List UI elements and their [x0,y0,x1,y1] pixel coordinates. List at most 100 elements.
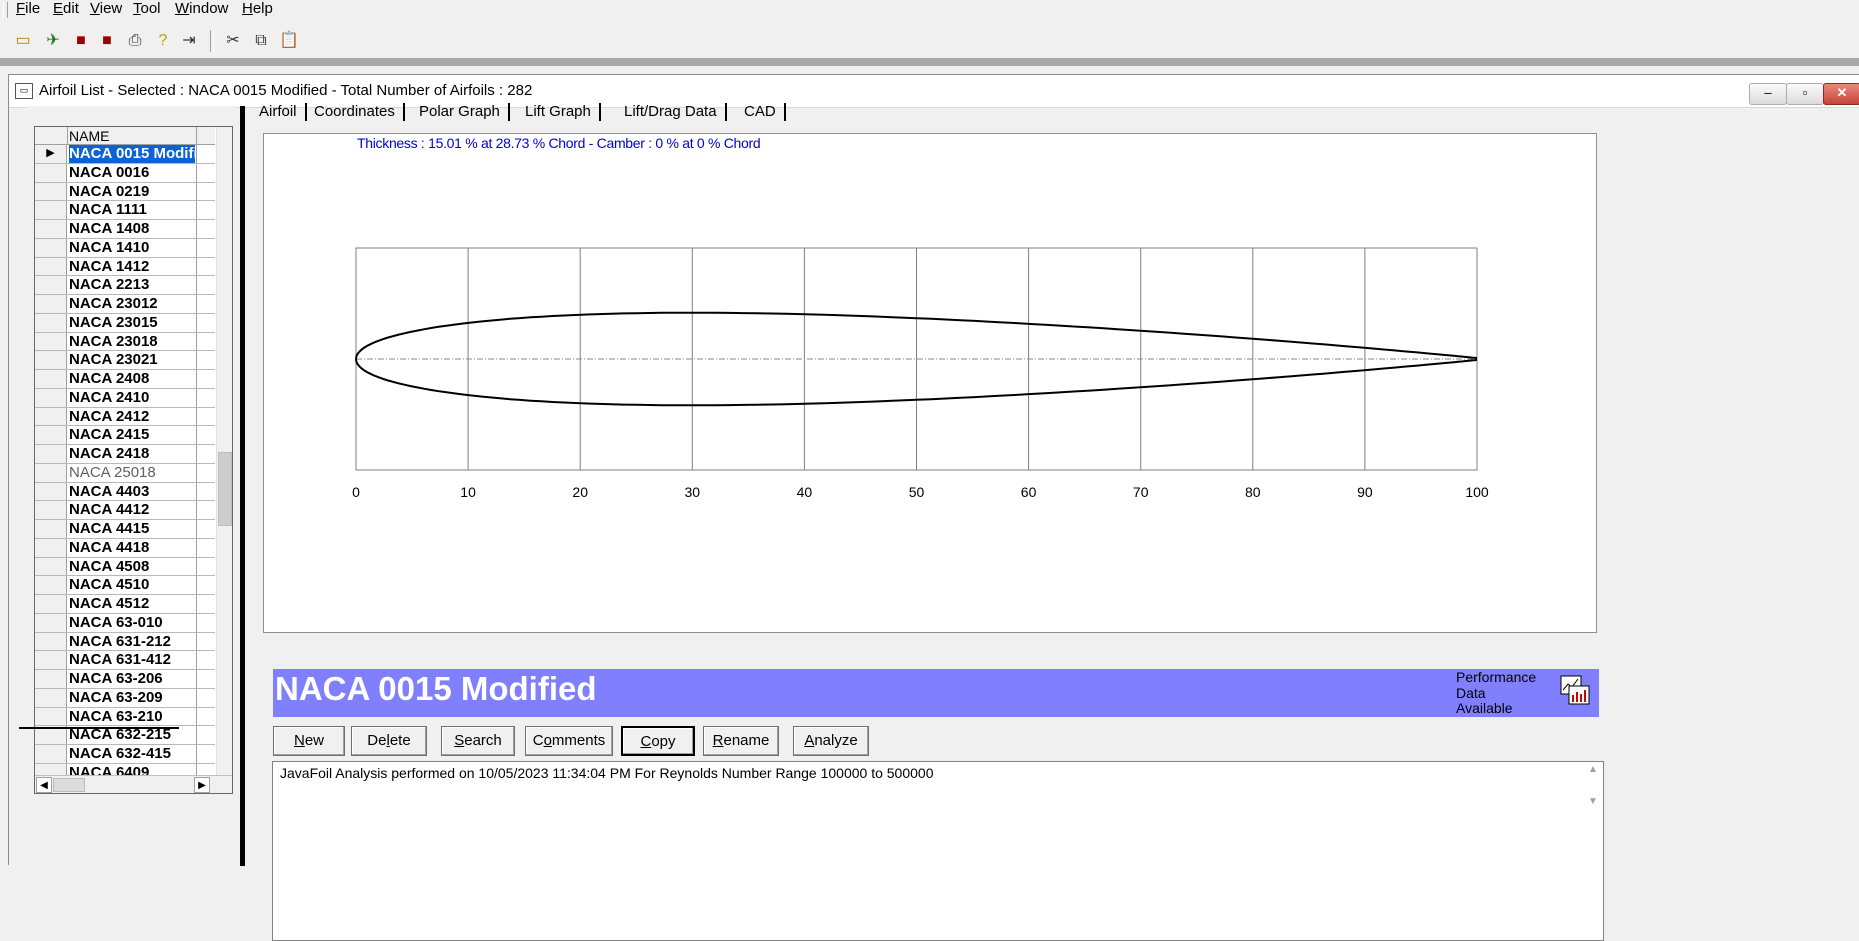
airfoil-name-cell[interactable]: NACA 23012 [69,295,195,313]
row-header[interactable] [35,482,67,501]
table-row[interactable]: NACA 23015 [35,313,215,333]
table-row[interactable]: NACA 1408 [35,220,215,239]
row-header[interactable] [35,520,67,538]
airfoil-name-cell[interactable]: NACA 2213 [69,276,195,294]
table-row[interactable]: NACA 4412 [35,501,215,520]
table-row[interactable]: NACA 1410 [35,238,215,258]
print-icon[interactable]: ⎙ [124,30,146,52]
scroll-down-arrow-icon[interactable]: ▼ [1588,796,1598,807]
row-header[interactable] [35,257,67,276]
performance-chart-icon[interactable] [1560,675,1590,705]
row-header[interactable] [35,370,67,388]
row-header[interactable] [35,201,67,219]
table-row[interactable]: NACA 2410 [35,388,215,408]
tab-polar-graph[interactable]: Polar Graph [419,99,510,125]
grid-horizontal-scrollbar[interactable]: ◀ ▶ [35,775,232,793]
table-row[interactable]: NACA 23018 [35,332,215,352]
new-button[interactable]: New [273,726,345,756]
table-row[interactable]: NACA 2213 [35,276,215,295]
analysis-log[interactable]: JavaFoil Analysis performed on 10/05/202… [272,761,1604,941]
cut-icon[interactable]: ✂ [222,30,244,52]
log-scrollbar[interactable]: ▲ ▼ [1585,762,1603,940]
airfoil-name-cell[interactable]: NACA 4412 [69,501,195,519]
restore-button[interactable]: ▫ [1786,83,1824,105]
airfoil-name-cell[interactable]: NACA 1408 [69,220,195,238]
current-row-marker-icon[interactable]: ▶ [35,145,67,163]
table-row[interactable]: NACA 4512 [35,595,215,614]
airfoil-name-cell[interactable]: NACA 4510 [69,576,195,594]
airfoil-name-cell[interactable]: NACA 631-212 [69,633,195,651]
airfoil-icon[interactable]: ▭ [12,30,34,52]
name-column-header[interactable]: NAME [69,128,109,144]
table-row[interactable]: NACA 0219 [35,182,215,202]
table-row[interactable]: NACA 4415 [35,520,215,539]
row-header[interactable] [35,501,67,519]
table-row[interactable]: NACA 0016 [35,163,215,183]
table-row[interactable]: NACA 63-210 [35,707,215,727]
save-icon[interactable]: ■ [70,30,92,52]
search-button[interactable]: Search [441,726,515,756]
tab-lift-drag-data[interactable]: Lift/Drag Data [624,99,727,125]
table-row[interactable]: NACA 2412 [35,407,215,427]
table-row[interactable]: NACA 1111 [35,201,215,220]
airfoil-name-cell[interactable]: NACA 23015 [69,314,195,332]
menu-window[interactable]: Window [175,0,228,18]
horizontal-scroll-thumb[interactable] [53,778,85,792]
tab-coordinates[interactable]: Coordinates [314,99,405,125]
table-row[interactable]: NACA 1412 [35,257,215,277]
comments-button[interactable]: Comments [525,726,613,756]
help-icon[interactable]: ? [152,30,174,52]
row-header[interactable] [35,351,67,369]
copy-icon[interactable]: ⧉ [250,30,272,52]
table-row[interactable]: NACA 63-010 [35,613,215,633]
table-row[interactable]: NACA 23021 [35,351,215,370]
airfoil-name-cell[interactable]: NACA 1410 [69,239,195,257]
scroll-up-arrow-icon[interactable]: ▲ [1588,764,1598,775]
minimize-button[interactable]: – [1749,83,1787,105]
row-header[interactable] [35,426,67,444]
table-row[interactable]: NACA 631-412 [35,651,215,670]
row-header[interactable] [35,313,67,332]
airfoil-name-cell[interactable]: NACA 0016 [69,164,195,182]
save-as-icon[interactable]: ■ [96,30,118,52]
menu-help[interactable]: Help [242,0,273,18]
table-row[interactable]: NACA 2418 [35,445,215,464]
row-header[interactable] [35,407,67,426]
row-header[interactable] [35,613,67,632]
table-row[interactable]: NACA 63-206 [35,670,215,689]
menu-file[interactable]: File [16,0,40,18]
airfoil-grid[interactable]: NAME ▶NACA 0015 ModifiedNACA 0016NACA 02… [34,126,233,794]
table-row[interactable]: NACA 4403 [35,482,215,502]
menu-edit[interactable]: Edit [53,0,79,18]
close-button[interactable]: ✕ [1823,83,1859,105]
table-row[interactable]: NACA 4510 [35,576,215,595]
table-row[interactable]: NACA 632-215 [35,726,215,745]
airfoil-name-cell[interactable]: NACA 4512 [69,595,195,613]
row-header[interactable] [35,688,67,707]
tab-airfoil[interactable]: Airfoil [259,99,307,125]
row-header[interactable] [35,632,67,651]
grid-vertical-scrollbar[interactable] [216,127,232,775]
exit-icon[interactable]: ⇥ [178,30,200,52]
table-row[interactable]: NACA 632-415 [35,745,215,764]
row-header[interactable] [35,557,67,576]
row-header[interactable] [35,538,67,557]
airfoil-name-cell[interactable]: NACA 4508 [69,558,195,576]
paste-icon[interactable]: 📋 [278,30,300,52]
airfoil-name-cell[interactable]: NACA 1111 [69,201,195,219]
airfoil-name-cell[interactable]: NACA 2415 [69,426,195,444]
airfoil-name-cell[interactable]: NACA 4418 [69,539,195,557]
scroll-left-arrow-icon[interactable]: ◀ [36,777,52,793]
table-row[interactable]: NACA 63-209 [35,688,215,708]
vertical-scroll-thumb[interactable] [218,452,232,526]
airfoil-name-cell[interactable]: NACA 4403 [69,483,195,501]
table-row[interactable]: NACA 2408 [35,370,215,389]
row-header[interactable] [35,332,67,351]
table-row[interactable]: NACA 25018 [35,463,215,483]
row-header[interactable] [35,238,67,257]
tab-lift-graph[interactable]: Lift Graph [525,99,601,125]
airfoil-name-cell[interactable]: NACA 23018 [69,333,195,351]
plane-icon[interactable]: ✈ [42,30,64,52]
airfoil-name-cell[interactable]: NACA 63-210 [69,708,195,726]
airfoil-name-cell[interactable]: NACA 4415 [69,520,195,538]
